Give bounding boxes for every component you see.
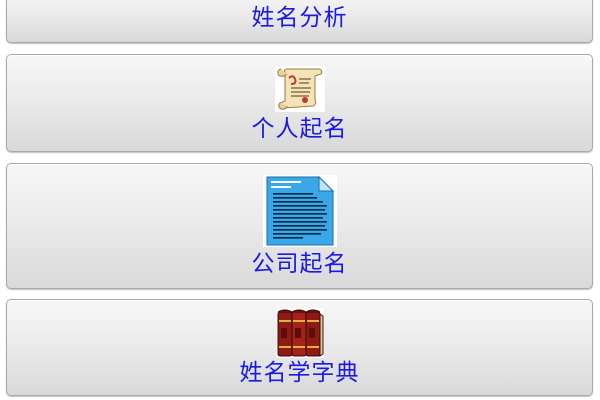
name-dictionary-button[interactable]: 姓名学字典 [6, 299, 593, 396]
personal-naming-button[interactable]: 个人起名 [6, 54, 593, 152]
name-analysis-label: 姓名分析 [251, 5, 348, 31]
company-naming-label: 公司起名 [251, 251, 348, 277]
name-analysis-button[interactable]: 姓名分析 [6, 0, 593, 43]
name-dictionary-label: 姓名学字典 [239, 360, 360, 386]
scroll-icon [274, 66, 325, 112]
books-icon [275, 308, 324, 358]
menu-screen: 姓名分析 个人起名 公司起名 姓名学字典 [0, 0, 600, 400]
document-icon [262, 175, 337, 247]
company-naming-button[interactable]: 公司起名 [6, 163, 593, 289]
personal-naming-label: 个人起名 [251, 116, 348, 142]
